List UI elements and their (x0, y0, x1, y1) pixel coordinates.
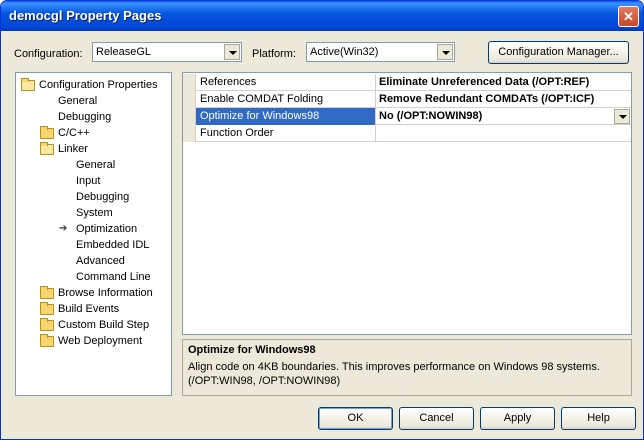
tree-item-label: Linker (58, 143, 88, 155)
property-row[interactable]: Enable COMDAT Folding Remove Redundant C… (183, 91, 631, 108)
configuration-label: Configuration: (14, 48, 83, 60)
configuration-dropdown[interactable]: ReleaseGL (92, 42, 242, 62)
row-gutter (183, 125, 196, 142)
folder-icon (40, 126, 54, 139)
window-title: democgl Property Pages (9, 8, 162, 23)
tree-item-linker-command-line[interactable]: Command Line (76, 269, 151, 285)
selected-arrow-icon: ➔ (59, 223, 68, 234)
property-name[interactable]: Optimize for Windows98 (196, 108, 376, 125)
tree-item-label: Build Events (58, 303, 120, 315)
folder-icon (40, 334, 54, 347)
property-value-dropdown[interactable]: No (/OPT:NOWIN98) (376, 108, 631, 125)
platform-label: Platform: (252, 48, 297, 60)
chevron-down-icon[interactable] (614, 109, 630, 124)
tree-item-label: C/C++ (58, 127, 90, 139)
cancel-button[interactable]: Cancel (399, 407, 474, 430)
description-body: Align code on 4KB boundaries. This impro… (188, 361, 600, 387)
tree-item-label: Input (76, 175, 101, 187)
row-gutter (183, 74, 196, 91)
chevron-down-icon[interactable] (437, 44, 453, 60)
configuration-value: ReleaseGL (96, 46, 152, 58)
tree-item-debugging[interactable]: Debugging (58, 109, 111, 125)
property-row[interactable]: Function Order (183, 125, 631, 142)
tree-item-linker-general[interactable]: General (76, 157, 115, 173)
description-panel: Optimize for Windows98 Align code on 4KB… (182, 339, 632, 396)
configuration-manager-button[interactable]: Configuration Manager... (488, 41, 629, 64)
property-value[interactable]: Eliminate Unreferenced Data (/OPT:REF) (376, 74, 631, 91)
tree-item-general[interactable]: General (58, 93, 97, 109)
property-pages-window: democgl Property Pages ✕ Configuration: … (0, 0, 644, 440)
row-gutter (183, 108, 196, 125)
folder-icon (40, 318, 54, 331)
ok-button[interactable]: OK (318, 407, 393, 430)
property-name[interactable]: Function Order (196, 125, 376, 142)
property-name[interactable]: Enable COMDAT Folding (196, 91, 376, 108)
tree-item-label: Debugging (58, 111, 112, 123)
property-name[interactable]: References (196, 74, 376, 91)
tree-item-label: General (76, 159, 116, 171)
tree-item-label: Configuration Properties (39, 79, 158, 91)
tree-item-linker-debugging[interactable]: Debugging (76, 189, 129, 205)
description-title: Optimize for Windows98 (188, 344, 316, 356)
tree-item-label: Browse Information (58, 287, 153, 299)
folder-icon (40, 286, 54, 299)
tree-item-linker-optimization[interactable]: Optimization (76, 221, 137, 237)
tree-item-label: System (76, 207, 113, 219)
tree-item-label: Command Line (76, 271, 151, 283)
tree-item-label: Debugging (76, 191, 130, 203)
tree-item-linker-embedded-idl[interactable]: Embedded IDL (76, 237, 149, 253)
folder-icon (40, 302, 54, 315)
help-button[interactable]: Help (561, 407, 636, 430)
platform-value: Active(Win32) (310, 46, 379, 58)
tree-item-label: General (58, 95, 98, 107)
property-value: No (/OPT:NOWIN98) (379, 110, 483, 122)
folder-open-icon (21, 78, 35, 91)
tree-item-linker-system[interactable]: System (76, 205, 113, 221)
property-value[interactable] (376, 125, 631, 142)
property-value[interactable]: Remove Redundant COMDATs (/OPT:ICF) (376, 91, 631, 108)
platform-dropdown[interactable]: Active(Win32) (306, 42, 455, 62)
chevron-down-icon[interactable] (224, 44, 240, 60)
row-gutter (183, 91, 196, 108)
tree-item-linker-input[interactable]: Input (76, 173, 100, 189)
apply-button[interactable]: Apply (480, 407, 555, 430)
folder-open-icon (40, 142, 54, 155)
tree-item-label: Web Deployment (58, 335, 143, 347)
category-tree[interactable]: Configuration Properties General Debuggi… (15, 72, 172, 396)
close-button[interactable]: ✕ (618, 6, 639, 27)
tree-item-linker-advanced[interactable]: Advanced (76, 253, 125, 269)
tree-item-label: Optimization (76, 223, 138, 235)
tree-item-label: Embedded IDL (76, 239, 150, 251)
property-row-selected[interactable]: Optimize for Windows98 No (/OPT:NOWIN98) (183, 108, 631, 125)
property-row[interactable]: References Eliminate Unreferenced Data (… (183, 74, 631, 91)
tree-item-label: Custom Build Step (58, 319, 150, 331)
property-grid[interactable]: References Eliminate Unreferenced Data (… (182, 72, 632, 335)
title-bar[interactable]: democgl Property Pages ✕ (1, 1, 643, 31)
tree-item-label: Advanced (76, 255, 125, 267)
